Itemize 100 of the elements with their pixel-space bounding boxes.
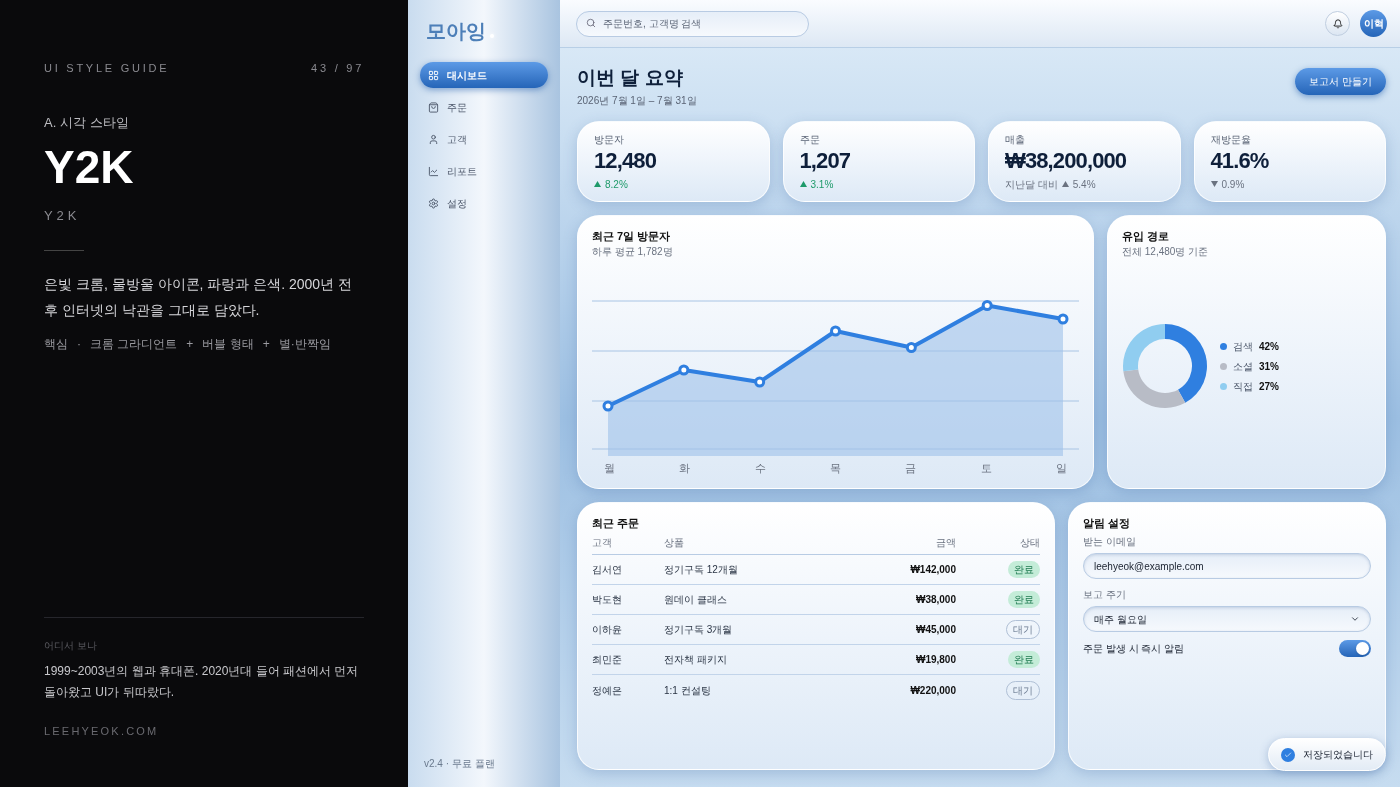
card-subtitle: 전체 12,480명 기준 bbox=[1122, 245, 1210, 259]
plan-label: v2.4 · 무료 플랜 bbox=[423, 757, 496, 771]
stat-value: 41.6% bbox=[1210, 149, 1270, 172]
status-badge: 완료 bbox=[1008, 591, 1040, 608]
chart-icon bbox=[428, 165, 439, 177]
day-label: 화 bbox=[679, 461, 691, 476]
legend-value: 42% bbox=[1259, 339, 1279, 354]
stat-label: 매출 bbox=[1005, 132, 1026, 147]
table-cell-text: ₩38,000 bbox=[914, 593, 956, 607]
table-cell-text: ₩142,000 bbox=[909, 563, 956, 577]
table-cell-text: 원데이 클래스 bbox=[664, 593, 728, 607]
stat-label: 방문자 bbox=[594, 132, 625, 147]
guide-description: 은빛 크롬, 물방울 아이콘, 파랑과 은색. 2000년 전후 인터넷의 낙관을 그대로 담았다. bbox=[44, 274, 354, 320]
origin-text: 1999~2003년의 웹과 휴대폰. 2020년대 들어 패션에서 먼저 돌아왔고 UI가 뒤따랐다. bbox=[44, 662, 360, 701]
nav-item[interactable]: 고객 bbox=[420, 126, 548, 152]
core-keyword: 버블 형태 bbox=[202, 335, 254, 353]
status-badge: 완료 bbox=[1008, 561, 1040, 578]
legend-value: 31% bbox=[1259, 359, 1279, 374]
table-cell-text: 김서연 bbox=[592, 563, 623, 577]
table-cell-text: ₩45,000 bbox=[914, 623, 956, 637]
notification-button[interactable] bbox=[1325, 11, 1350, 36]
user-icon bbox=[428, 133, 439, 145]
column-header: 상품 bbox=[664, 536, 685, 550]
date-range: 2026년 7월 1일 – 7월 31일 bbox=[577, 93, 697, 108]
table-cell-text: 박도현 bbox=[592, 593, 623, 607]
bag-icon bbox=[428, 101, 439, 113]
email-field[interactable]: leehyeok@example.com bbox=[1083, 553, 1371, 579]
bell-icon bbox=[1332, 18, 1343, 29]
page-title: 이번 달 요약 bbox=[577, 66, 684, 90]
day-label: 일 bbox=[1055, 461, 1067, 476]
stat-label: 주문 bbox=[799, 132, 821, 147]
settings-icon bbox=[428, 197, 439, 209]
field-label: 받는 이메일 bbox=[1083, 535, 1137, 549]
legend-label: 직접 bbox=[1233, 379, 1253, 394]
card-title: 알림 설정 bbox=[1083, 515, 1132, 531]
legend-value: 27% bbox=[1259, 379, 1279, 394]
stat-value: ₩38,200,000 bbox=[1005, 149, 1128, 172]
page-number: 43 / 97 bbox=[311, 61, 364, 76]
column-header: 금액 bbox=[935, 536, 956, 550]
day-label: 월 bbox=[604, 461, 615, 476]
table-cell-text: ₩220,000 bbox=[909, 683, 956, 698]
report-button[interactable]: 보고서 만들기 bbox=[1295, 68, 1386, 95]
stat-delta: 3.1% bbox=[810, 177, 834, 192]
stat-label: 재방문율 bbox=[1210, 132, 1252, 147]
nav-item[interactable]: 설정 bbox=[420, 190, 548, 216]
guide-title: Y2K bbox=[44, 144, 135, 190]
core-keyword: 크롬 그라디언트 bbox=[90, 335, 178, 353]
status-badge: 완료 bbox=[1008, 651, 1040, 668]
column-header: 고객 bbox=[592, 536, 613, 550]
core-keyword: + bbox=[186, 335, 194, 353]
guide-header: UI STYLE GUIDE bbox=[44, 61, 170, 76]
nav-item[interactable]: 주문 bbox=[420, 94, 548, 120]
card-subtitle: 하루 평균 1,782명 bbox=[592, 245, 674, 259]
core-keyword: · bbox=[77, 335, 81, 353]
day-label: 목 bbox=[830, 461, 841, 476]
avatar[interactable]: 이혁 bbox=[1360, 10, 1387, 37]
table-cell-text: 1:1 컨설팅 bbox=[664, 683, 712, 698]
stat-delta: 5.4% bbox=[1072, 177, 1096, 192]
search-icon bbox=[586, 18, 596, 29]
logo: 모아잉 bbox=[426, 19, 486, 44]
toast-message: 저장되었습니다 bbox=[1303, 748, 1373, 762]
card-title: 최근 7일 방문자 bbox=[592, 228, 672, 244]
table-cell-text: 정예은 bbox=[592, 683, 623, 698]
table-cell-text: 이하윤 bbox=[592, 623, 623, 637]
stat-value: 1,207 bbox=[799, 149, 852, 172]
data-point bbox=[1057, 313, 1069, 325]
check-icon bbox=[1281, 747, 1295, 762]
day-label: 수 bbox=[754, 461, 766, 476]
period-dropdown[interactable]: 매주 월요일 bbox=[1083, 606, 1371, 632]
table-cell-text: 정기구독 3개월 bbox=[664, 623, 734, 637]
day-label: 금 bbox=[905, 461, 917, 476]
origin-label: 어디서 보나 bbox=[44, 638, 98, 653]
core-keyword: 별·반짝임 bbox=[278, 335, 331, 353]
table-cell-text: 정기구독 12개월 bbox=[664, 563, 739, 577]
chevron-down-icon bbox=[1350, 614, 1360, 624]
nav-item[interactable]: 대시보드 bbox=[420, 62, 548, 88]
section-label: A. 시각 스타일 bbox=[44, 113, 130, 132]
table-cell-text: 최민준 bbox=[592, 653, 623, 667]
site-url: LEEHYEOK.COM bbox=[44, 723, 160, 739]
toggle-label: 주문 발생 시 즉시 알림 bbox=[1083, 642, 1185, 656]
column-header: 상태 bbox=[1019, 536, 1040, 550]
core-keyword: + bbox=[262, 335, 270, 353]
field-label: 보고 주기 bbox=[1083, 588, 1127, 602]
stat-delta: 0.9% bbox=[1221, 177, 1245, 192]
toggle-switch[interactable] bbox=[1339, 640, 1371, 657]
data-point bbox=[830, 325, 841, 337]
table-cell-text: 전자책 패키지 bbox=[664, 653, 728, 667]
nav-item[interactable]: 리포트 bbox=[420, 158, 548, 184]
stat-compare: 지난달 대비 bbox=[1005, 177, 1058, 192]
legend-label: 소셜 bbox=[1233, 359, 1253, 374]
table-cell-text: ₩19,800 bbox=[914, 653, 956, 667]
stat-delta: 8.2% bbox=[605, 177, 628, 192]
grid-icon bbox=[428, 69, 439, 81]
search-field[interactable]: 주문번호, 고객명 검색 bbox=[576, 10, 809, 37]
data-point bbox=[602, 400, 614, 412]
data-point bbox=[754, 376, 766, 388]
day-label: 토 bbox=[980, 461, 992, 476]
data-point bbox=[905, 342, 917, 353]
stat-value: 12,480 bbox=[594, 149, 657, 172]
data-point bbox=[981, 300, 993, 311]
